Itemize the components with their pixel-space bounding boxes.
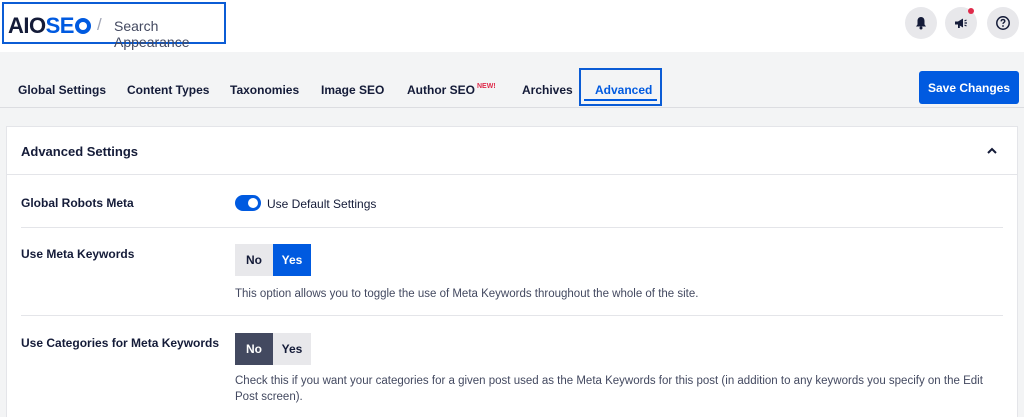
logo-text-accent: SE xyxy=(45,13,75,38)
active-tab-underline xyxy=(584,99,657,101)
row-divider xyxy=(21,315,1003,316)
tab-content-types[interactable]: Content Types xyxy=(127,83,209,97)
use-categories-meta-keywords-label: Use Categories for Meta Keywords xyxy=(21,336,220,350)
notification-dot xyxy=(968,8,974,14)
meta-keywords-yes-button[interactable]: Yes xyxy=(273,244,311,276)
meta-keywords-no-button[interactable]: No xyxy=(235,244,273,276)
tab-taxonomies[interactable]: Taxonomies xyxy=(230,83,299,97)
megaphone-icon xyxy=(955,18,967,28)
categories-keywords-yes-button[interactable]: Yes xyxy=(273,333,311,365)
tabs-bar: Global Settings Content Types Taxonomies… xyxy=(0,52,1024,108)
tab-image-seo[interactable]: Image SEO xyxy=(321,83,384,97)
top-bar: AIOSE / Search Appearance xyxy=(0,0,1024,52)
help-button[interactable] xyxy=(987,7,1019,39)
tab-global-settings[interactable]: Global Settings xyxy=(18,83,106,97)
breadcrumb-separator: / xyxy=(97,15,102,34)
tab-author-seo-label: Author SEO xyxy=(407,83,475,97)
categories-keywords-selector: No Yes xyxy=(235,333,311,365)
default-settings-toggle-label: Use Default Settings xyxy=(267,197,377,211)
brand-breadcrumb-highlight: AIOSE / Search Appearance xyxy=(2,2,226,50)
advanced-settings-card: Advanced Settings Global Robots Meta Use… xyxy=(6,126,1018,417)
chevron-up-icon[interactable] xyxy=(985,144,999,158)
default-settings-toggle[interactable] xyxy=(235,195,261,211)
help-icon xyxy=(996,16,1010,30)
categories-keywords-description: Check this if you want your categories f… xyxy=(235,375,983,403)
save-changes-button[interactable]: Save Changes xyxy=(919,71,1019,104)
bell-icon xyxy=(916,17,926,30)
row-divider xyxy=(21,227,1003,228)
logo-gear-icon xyxy=(74,18,91,34)
meta-keywords-description: This option allows you to toggle the use… xyxy=(235,288,699,300)
new-badge: NEW! xyxy=(477,83,496,90)
use-meta-keywords-label: Use Meta Keywords xyxy=(21,247,135,261)
tab-author-seo[interactable]: Author SEO NEW! xyxy=(407,83,496,97)
categories-keywords-no-button[interactable]: No xyxy=(235,333,273,365)
tab-advanced[interactable]: Advanced xyxy=(595,83,652,97)
announcements-button[interactable] xyxy=(945,7,977,39)
card-title: Advanced Settings xyxy=(21,144,139,159)
tab-archives[interactable]: Archives xyxy=(522,83,573,97)
page-title: Search Appearance xyxy=(114,18,190,50)
card-header[interactable]: Advanced Settings xyxy=(7,127,1017,175)
aioseo-logo[interactable]: AIOSE xyxy=(8,13,91,39)
meta-keywords-selector: No Yes xyxy=(235,244,311,276)
global-robots-meta-label: Global Robots Meta xyxy=(21,196,134,210)
notifications-button[interactable] xyxy=(905,7,937,39)
logo-text-main: AIO xyxy=(8,13,46,38)
